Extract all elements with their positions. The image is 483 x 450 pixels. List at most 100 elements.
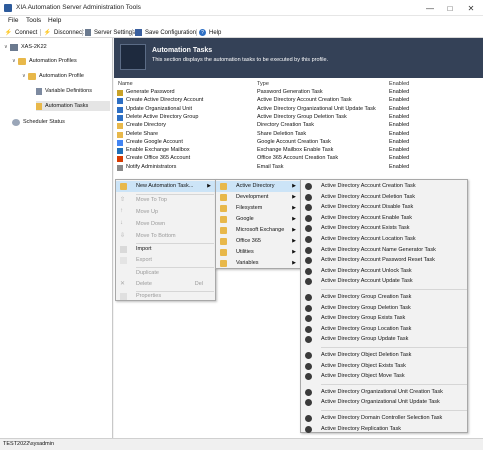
ad-task-item[interactable]: Active Directory Account Disable Task [301,202,467,213]
help-button[interactable]: ? Help [199,28,221,37]
ad-task-item[interactable]: Active Directory Account Unlock Task [301,266,467,277]
minimize-button[interactable]: — [421,2,439,14]
ad-task-item[interactable]: Active Directory Group Deletion Task [301,303,467,314]
tree-item-profiles[interactable]: ∨ Automation Profiles [12,56,77,66]
ad-task-item[interactable]: Active Directory Account Deletion Task [301,192,467,203]
category-item[interactable]: Office 365 ▶ [216,236,300,247]
ad-task-item[interactable]: Active Directory Account Exists Task [301,223,467,234]
ad-task-item[interactable]: Active Directory Account Update Task [301,276,467,287]
ad-task-item[interactable]: Active Directory Organizational Unit Cre… [301,387,467,398]
menu-separator [321,347,467,348]
menu-help[interactable]: Help [48,17,61,24]
menu-item-new-task[interactable]: New Automation Task... ▶ [116,181,215,192]
active-directory-icon [305,315,312,323]
menu-separator [321,289,467,290]
ad-task-item[interactable]: Active Directory Account Location Task [301,234,467,245]
ad-task-item[interactable]: Active Directory Group Update Task [301,334,467,345]
active-directory-icon [305,336,312,344]
active-directory-icon [305,204,312,212]
menu-file[interactable]: File [8,17,18,24]
ad-task-item[interactable]: Active Directory Account Creation Task [301,181,467,192]
cell-enabled: Enabled [389,147,410,154]
cell-name: Delete Share [126,130,159,137]
save-icon [135,29,142,36]
menu-item-delete[interactable]: ✕ Delete Del [116,279,215,290]
category-item[interactable]: Development ▶ [216,192,300,203]
close-button[interactable]: ✕ [462,2,480,14]
category-item[interactable]: Filesystem ▶ [216,203,300,214]
ad-task-item[interactable]: Active Directory Domain Controller Selec… [301,413,467,424]
tree-item-label: Automation Profile [39,73,84,79]
disconnect-button[interactable]: ⚡ Disconnect [44,28,84,37]
column-header-name[interactable]: Name [118,81,133,87]
column-header-enabled[interactable]: Enabled [389,81,409,87]
menu-item-move-down[interactable]: ↓ Move Down [116,219,215,230]
cell-name: Create Office 365 Account [126,155,191,162]
column-header-type[interactable]: Type [257,81,269,87]
task-icon [117,156,123,163]
tree-item-scheduler[interactable]: Scheduler Status [12,117,65,127]
table-row[interactable]: Generate Password Password Generation Tas… [117,89,477,97]
ad-task-item[interactable]: Active Directory Account Enable Task [301,213,467,224]
tree-item-profile[interactable]: ∨ Automation Profile [22,71,84,81]
window-title: XIA Automation Server Administration Too… [16,4,141,11]
table-row[interactable]: Enable Exchange Mailbox Exchange Mailbox … [117,147,477,155]
table-row[interactable]: Update Organizational Unit Active Directo… [117,106,477,114]
active-directory-icon [305,183,312,190]
server-settings-button[interactable]: Server Settings [85,28,135,37]
tree-item-variables[interactable]: Variable Definitions [36,86,92,96]
cell-name: Delete Active Directory Group [126,113,199,120]
table-row[interactable]: Create Active Directory Account Active Di… [117,97,477,105]
ad-task-item[interactable]: Active Directory Group Location Task [301,324,467,335]
variables-icon [36,87,42,95]
active-directory-icon [305,362,312,370]
tree-item-tasks[interactable]: Automation Tasks [36,101,110,111]
save-configuration-label: Save Configuration [145,29,197,36]
table-row[interactable]: Create Google Account Google Account Crea… [117,139,477,147]
task-icon [117,131,123,138]
title-bar: XIA Automation Server Administration Too… [0,0,483,16]
active-directory-icon [305,325,312,333]
ad-task-item[interactable]: Active Directory Account Password Reset … [301,255,467,266]
menu-item-export[interactable]: Export [116,255,215,266]
menu-item-import[interactable]: Import [116,244,215,255]
ad-task-item[interactable]: Active Directory Group Creation Task [301,292,467,303]
menu-item-move-to-top[interactable]: ⇧ Move To Top [116,195,215,206]
active-directory-icon [305,267,312,275]
category-item[interactable]: Active Directory ▶ [216,181,300,192]
cell-type: Active Directory Account Creation Task [257,97,352,104]
task-icon [117,164,123,171]
save-configuration-button[interactable]: Save Configuration [135,28,196,37]
menu-item-move-up[interactable]: ↑ Move Up [116,207,215,218]
table-row[interactable]: Notify Administrators Email Task Enabled [117,164,477,172]
active-directory-icon [305,415,312,422]
category-item[interactable]: Microsoft Exchange ▶ [216,225,300,236]
cell-type: Share Deletion Task [257,130,307,137]
menu-item-move-to-bottom[interactable]: ⇩ Move To Bottom [116,231,215,242]
category-item[interactable]: Utilities ▶ [216,247,300,258]
menu-tools[interactable]: Tools [26,17,41,24]
active-directory-icon [305,246,312,254]
ad-task-item[interactable]: Active Directory Object Deletion Task [301,350,467,361]
ad-task-item[interactable]: Active Directory Object Exists Task [301,361,467,372]
tree-item-server[interactable]: ∨ XAS-2K22 [4,42,47,52]
cell-enabled: Enabled [389,105,410,112]
maximize-button[interactable]: □ [441,2,459,14]
table-row[interactable]: Create Office 365 Account Office 365 Acco… [117,155,477,163]
ad-task-item[interactable]: Active Directory Account Name Generator … [301,245,467,256]
ad-task-item[interactable]: Active Directory Object Move Task [301,371,467,382]
category-item[interactable]: Variables ▶ [216,258,300,269]
category-item[interactable]: Google ▶ [216,214,300,225]
connect-button[interactable]: ⚡ Connect [5,28,38,37]
menu-item-duplicate[interactable]: Duplicate [116,268,215,279]
tree-item-label: Automation Tasks [45,103,89,109]
ad-task-item[interactable]: Active Directory Replication Task [301,424,467,435]
task-icon [117,90,123,96]
ad-task-item[interactable]: Active Directory Organizational Unit Upd… [301,397,467,408]
table-row[interactable]: Delete Active Directory Group Active Dire… [117,114,477,122]
ad-task-item[interactable]: Active Directory Group Exists Task [301,313,467,324]
move-to-bottom-icon: ⇩ [120,233,126,239]
table-row[interactable]: Create Directory Directory Creation Task E… [117,122,477,130]
table-row[interactable]: Delete Share Share Deletion Task Enabled [117,131,477,139]
menu-item-properties[interactable]: Properties [116,291,215,301]
